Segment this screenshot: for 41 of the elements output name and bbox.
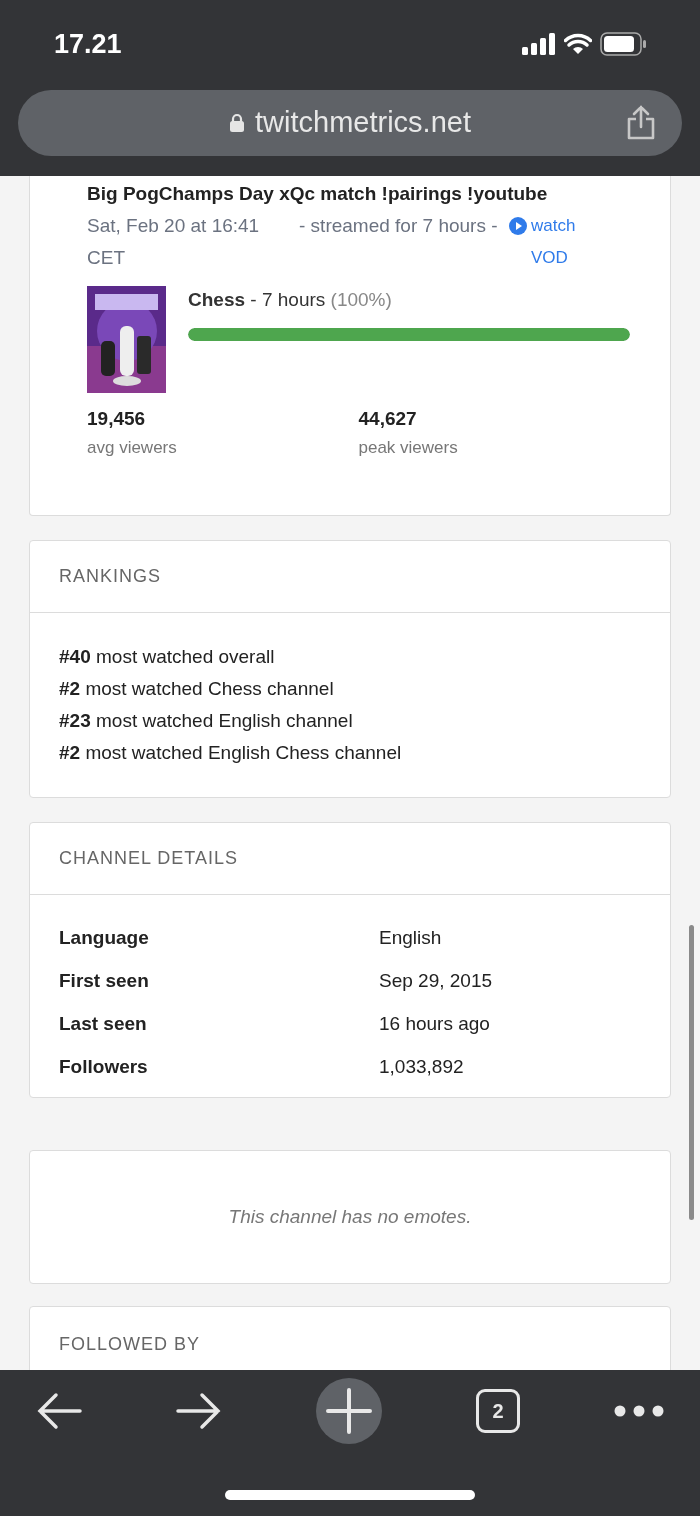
stream-date: Sat, Feb 20 at 16:41 CET bbox=[87, 214, 261, 270]
tab-count-button[interactable]: 2 bbox=[476, 1389, 520, 1433]
ranking-item: #40 most watched overall bbox=[59, 645, 276, 669]
forward-icon[interactable] bbox=[176, 1391, 222, 1431]
game-share: (100%) bbox=[330, 289, 392, 310]
signal-icon bbox=[522, 33, 556, 55]
watch-vod-link[interactable]: watch VOD bbox=[509, 210, 589, 274]
share-icon[interactable] bbox=[626, 105, 656, 141]
play-icon bbox=[509, 217, 527, 235]
ranking-item: #2 most watched Chess channel bbox=[59, 677, 335, 701]
stat-value: 44,627 bbox=[358, 407, 418, 431]
empty-message: This channel has no emotes. bbox=[228, 1204, 472, 1229]
url-text: twitchmetrics.net bbox=[255, 105, 471, 141]
game-name: Chess bbox=[188, 289, 246, 310]
address-bar[interactable]: twitchmetrics.net bbox=[18, 90, 682, 156]
plus-icon bbox=[326, 1388, 372, 1434]
card-header: CHANNEL DETAILS bbox=[59, 847, 239, 870]
more-icon[interactable] bbox=[614, 1405, 664, 1417]
ranking-item: #2 most watched English Chess channel bbox=[59, 741, 403, 765]
detail-value: English bbox=[379, 926, 442, 951]
game-hours: - 7 hours bbox=[250, 289, 326, 310]
detail-label: First seen bbox=[59, 969, 150, 994]
card-header: FOLLOWED BY bbox=[59, 1334, 201, 1354]
stat-label: peak viewers bbox=[358, 437, 459, 459]
lock-icon bbox=[229, 113, 245, 133]
wifi-icon bbox=[564, 33, 592, 55]
detail-label: Language bbox=[59, 926, 150, 951]
ranking-item: #23 most watched English channel bbox=[59, 709, 354, 733]
detail-value: 16 hours ago bbox=[379, 1012, 490, 1037]
card-header: RANKINGS bbox=[59, 565, 162, 588]
stat-value: 19,456 bbox=[87, 407, 147, 431]
detail-value: 1,033,892 bbox=[379, 1055, 464, 1080]
stream-title: Big PogChamps Day xQc match !pairings !youtube bbox=[87, 182, 549, 206]
detail-value: Sep 29, 2015 bbox=[379, 969, 493, 994]
detail-label: Last seen bbox=[59, 1012, 148, 1037]
back-icon[interactable] bbox=[36, 1391, 82, 1431]
stream-duration: - streamed for 7 hours - bbox=[299, 214, 499, 238]
stat-label: avg viewers bbox=[87, 437, 178, 459]
battery-icon bbox=[600, 32, 646, 56]
status-time: 17.21 bbox=[54, 27, 122, 61]
detail-label: Followers bbox=[59, 1055, 149, 1080]
